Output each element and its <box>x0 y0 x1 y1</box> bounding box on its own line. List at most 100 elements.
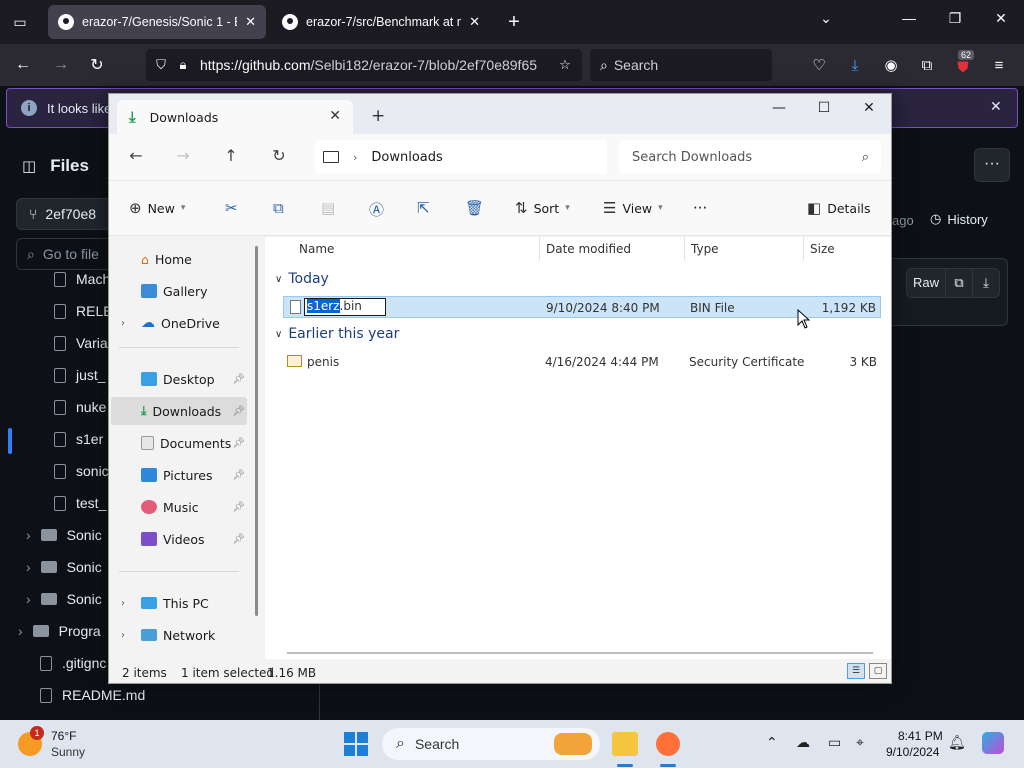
tree-file[interactable]: sonic <box>54 463 109 479</box>
browser-tab-2[interactable]: erazor-7/src/Benchmark at main ✕ <box>272 5 490 39</box>
column-header-name[interactable]: Name <box>299 242 334 256</box>
rename-button[interactable]: Ⓐ <box>369 199 384 220</box>
network-icon[interactable]: ⌖ <box>856 734 864 751</box>
pin-icon[interactable]: 📌︎ <box>232 438 245 449</box>
tree-file[interactable]: s1er <box>54 431 103 447</box>
lock-icon[interactable]: 🔒︎ <box>172 57 194 73</box>
pin-icon[interactable]: 📌︎ <box>232 374 245 385</box>
share-button[interactable]: ⇱ <box>417 199 430 217</box>
close-icon[interactable]: ✕ <box>245 14 256 30</box>
group-header-today[interactable]: ∨ Today <box>275 271 329 287</box>
tree-folder[interactable]: › Sonic <box>26 527 102 543</box>
horizontal-scrollbar[interactable] <box>287 652 873 654</box>
chevron-right-icon[interactable]: › <box>121 598 125 609</box>
nav-item-network[interactable]: › Network <box>111 621 247 649</box>
nav-item-this-pc[interactable]: › This PC <box>111 589 247 617</box>
details-view-icon[interactable]: ☰ <box>847 663 865 679</box>
sidebar-toggle-icon[interactable]: ◫ <box>22 157 36 175</box>
shield-icon[interactable]: ⛉ <box>150 57 172 73</box>
raw-button[interactable]: Raw <box>906 268 946 298</box>
copy-button[interactable]: ⧉ <box>273 199 284 217</box>
view-button[interactable]: ☰ View ▾ <box>603 199 663 217</box>
browser-tab-1[interactable]: erazor-7/Genesis/Sonic 1 - ERazor ✕ <box>48 5 266 39</box>
file-row[interactable]: penis 4/16/2024 4:44 PM Security Certifi… <box>283 351 881 373</box>
nav-item-videos[interactable]: Videos 📌︎ <box>111 525 247 553</box>
reload-icon[interactable]: ↻ <box>84 52 110 78</box>
cloud-offline-icon[interactable]: ☁ <box>796 734 810 751</box>
nav-item-music[interactable]: Music 📌︎ <box>111 493 247 521</box>
new-tab-plus-icon[interactable]: + <box>371 106 385 126</box>
paste-button[interactable]: ▤ <box>321 199 335 217</box>
minimize-icon[interactable]: — <box>897 10 921 26</box>
tab-list-icon[interactable]: ▭ <box>6 8 34 36</box>
more-options-button[interactable]: ··· <box>974 148 1010 182</box>
history-button[interactable]: ◷ History <box>930 211 988 227</box>
taskbar-search[interactable]: ⌕ Search <box>382 728 600 760</box>
column-header-type[interactable]: Type <box>691 242 719 256</box>
chevron-right-icon[interactable]: › <box>121 318 125 329</box>
details-button[interactable]: ◧ Details <box>807 199 871 217</box>
tree-file[interactable]: Varia <box>54 335 108 351</box>
explorer-tab-downloads[interactable]: ⤓ Downloads ✕ <box>117 100 353 134</box>
close-icon[interactable]: ✕ <box>855 100 883 116</box>
file-row[interactable]: s1erz.bin 9/10/2024 8:40 PM BIN File 1,1… <box>283 296 881 318</box>
tree-folder[interactable]: › Sonic <box>26 559 102 575</box>
clock-date[interactable]: 9/10/2024 <box>886 745 939 759</box>
more-options-button[interactable]: ··· <box>693 199 707 217</box>
download-icon[interactable]: ⤓ <box>844 54 866 76</box>
column-header-size[interactable]: Size <box>810 242 835 256</box>
breadcrumb[interactable]: › Downloads <box>315 140 607 174</box>
up-icon[interactable]: ↑ <box>220 146 242 165</box>
tree-file[interactable]: just_ <box>54 367 106 383</box>
pin-icon[interactable]: 📌︎ <box>232 406 245 417</box>
minimize-icon[interactable]: — <box>765 100 793 116</box>
chevron-up-icon[interactable]: ⌃ <box>766 734 778 751</box>
close-icon[interactable]: ✕ <box>990 98 1002 115</box>
copilot-icon[interactable] <box>982 732 1004 754</box>
column-separator[interactable] <box>803 237 804 261</box>
chevron-right-icon[interactable]: › <box>26 527 31 543</box>
nav-item-gallery[interactable]: Gallery <box>111 277 247 305</box>
back-icon[interactable]: ← <box>125 146 147 165</box>
forward-icon[interactable]: → <box>48 52 74 78</box>
tree-file[interactable]: nuke <box>54 399 106 415</box>
menu-icon[interactable]: ≡ <box>988 54 1010 76</box>
close-icon[interactable]: ✕ <box>329 108 341 124</box>
nav-item-desktop[interactable]: Desktop 📌︎ <box>111 365 247 393</box>
breadcrumb-downloads[interactable]: Downloads <box>371 150 442 165</box>
maximize-icon[interactable]: ❐ <box>943 10 967 27</box>
column-separator[interactable] <box>684 237 685 261</box>
extensions-icon[interactable]: ⧉ <box>916 54 938 76</box>
tree-file[interactable]: .gitignc <box>40 655 106 671</box>
chevron-right-icon[interactable]: › <box>18 623 23 639</box>
start-button[interactable] <box>344 732 368 756</box>
go-to-file-input[interactable]: ⌕ Go to file <box>16 238 116 270</box>
nav-item-documents[interactable]: Documents 📌︎ <box>111 429 247 457</box>
file-explorer-taskbar-icon[interactable] <box>612 732 638 756</box>
download-icon[interactable]: ⤓ <box>972 268 1000 298</box>
close-icon[interactable]: ✕ <box>989 10 1013 27</box>
cut-button[interactable]: ✂ <box>225 199 238 217</box>
chevron-down-icon[interactable]: ⌄ <box>814 10 838 27</box>
column-separator[interactable] <box>539 237 540 261</box>
firefox-taskbar-icon[interactable] <box>656 732 680 756</box>
browser-search-bar[interactable]: ⌕ Search <box>590 49 772 81</box>
new-button[interactable]: ⊕ New ▾ <box>129 199 185 217</box>
column-header-date[interactable]: Date modified <box>546 242 631 256</box>
tree-file[interactable]: Mach <box>54 271 110 287</box>
back-icon[interactable]: ← <box>10 52 36 78</box>
tiles-view-icon[interactable]: ▢ <box>869 663 887 679</box>
maximize-icon[interactable]: ☐ <box>810 100 838 116</box>
pin-icon[interactable]: 📌︎ <box>232 470 245 481</box>
sort-button[interactable]: ⇅ Sort ▾ <box>515 199 570 217</box>
new-tab-plus-icon[interactable]: + <box>500 8 528 36</box>
delete-button[interactable]: 🗑︎ <box>465 199 484 217</box>
copy-icon[interactable]: ⧉ <box>945 268 973 298</box>
display-icon[interactable]: ▭ <box>828 734 841 751</box>
search-downloads-input[interactable]: Search Downloads ⌕ <box>619 140 881 174</box>
nav-item-onedrive[interactable]: › ☁ OneDrive <box>111 309 247 337</box>
clock-time[interactable]: 8:41 PM <box>898 729 943 743</box>
forward-icon[interactable]: → <box>172 146 194 165</box>
nav-scrollbar[interactable] <box>255 246 258 616</box>
star-icon[interactable]: ☆ <box>554 57 576 73</box>
